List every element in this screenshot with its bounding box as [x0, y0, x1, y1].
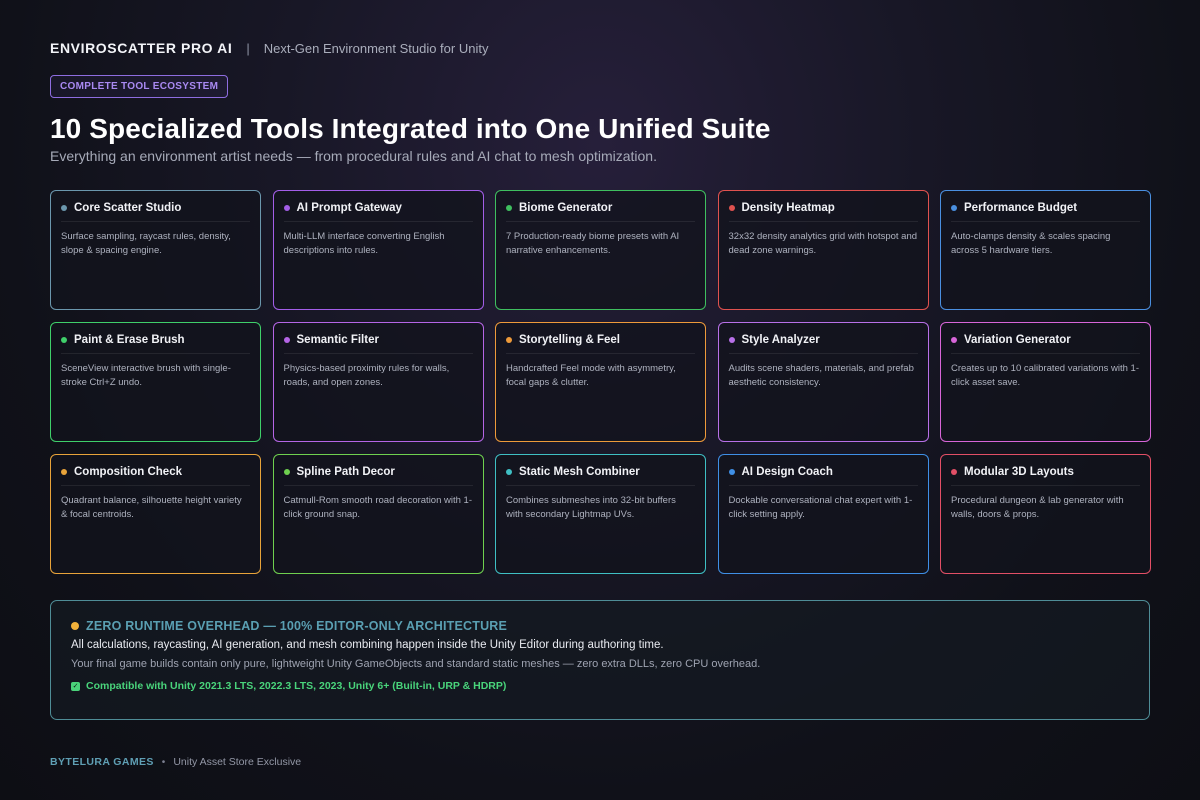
tool-card-title: Storytelling & Feel — [519, 334, 620, 346]
tool-card-description: 32x32 density analytics grid with hotspo… — [728, 231, 918, 256]
tool-card-description: 7 Production-ready biome presets with AI… — [506, 231, 680, 256]
tool-card-style-analyzer[interactable]: Style Analyzer Audits scene shaders, mate… — [717, 322, 929, 442]
tool-card-description: Procedural dungeon & lab generator with … — [951, 495, 1124, 520]
tool-card-header: Style Analyzer — [728, 334, 918, 354]
tool-card-title: Static Mesh Combiner — [519, 466, 640, 478]
compatibility-line: ✓ Compatible with Unity 2021.3 LTS, 2022… — [71, 680, 1129, 692]
tool-card-title: AI Design Coach — [741, 466, 833, 478]
editor-only-notice: ZERO RUNTIME OVERHEAD — 100% EDITOR-ONLY… — [50, 600, 1150, 720]
tool-card-title: Variation Generator — [964, 334, 1071, 346]
tool-dot-icon — [506, 469, 512, 475]
tool-card-biome-generator[interactable]: Biome Generator 7 Production-ready biome … — [495, 190, 706, 310]
brand-name: ENVIROSCATTER PRO AI — [50, 40, 233, 56]
notice-header: ZERO RUNTIME OVERHEAD — 100% EDITOR-ONLY… — [71, 619, 1129, 633]
tool-card-title: Modular 3D Layouts — [964, 466, 1074, 478]
tool-dot-icon — [951, 469, 957, 475]
tool-dot-icon — [728, 469, 735, 475]
notice-bullet-icon — [71, 622, 79, 630]
header-separator: | — [246, 40, 250, 56]
tool-dot-icon — [506, 205, 512, 211]
tool-dot-icon — [283, 205, 290, 211]
tool-dot-icon — [61, 337, 67, 343]
tool-dot-icon — [61, 205, 67, 211]
tool-card-static-mesh-combiner[interactable]: Static Mesh Combiner Combines submeshes i… — [495, 454, 706, 574]
tool-dot-icon — [951, 337, 957, 343]
header-tagline: Next-Gen Environment Studio for Unity — [263, 40, 489, 56]
tool-dot-icon — [283, 337, 290, 343]
tool-dot-icon — [61, 469, 67, 475]
header: ENVIROSCATTER PRO AI | Next-Gen Environm… — [50, 40, 488, 56]
tool-card-header: AI Design Coach — [728, 466, 918, 486]
tool-card-variation-generator[interactable]: Variation Generator Creates up to 10 cali… — [940, 322, 1151, 442]
tool-card-description: Combines submeshes into 32-bit buffers w… — [506, 495, 676, 520]
tool-card-header: Composition Check — [61, 466, 250, 486]
tool-card-description: Quadrant balance, silhouette height vari… — [61, 495, 242, 520]
tool-card-density-heatmap[interactable]: Density Heatmap 32x32 density analytics g… — [717, 190, 929, 310]
tool-dot-icon — [283, 469, 290, 475]
tool-card-performance-budget[interactable]: Performance Budget Auto-clamps density & … — [940, 190, 1151, 310]
tool-card-description: Auto-clamps density & scales spacing acr… — [951, 231, 1111, 256]
tool-card-header: AI Prompt Gateway — [283, 202, 473, 222]
tool-card-modular-3d-layouts[interactable]: Modular 3D Layouts Procedural dungeon & l… — [940, 454, 1151, 574]
compatibility-text: Compatible with Unity 2021.3 LTS, 2022.3… — [86, 680, 507, 692]
notice-title: ZERO RUNTIME OVERHEAD — 100% EDITOR-ONLY… — [86, 619, 508, 633]
footer-note: Unity Asset Store Exclusive — [173, 756, 302, 768]
tool-card-header: Static Mesh Combiner — [506, 466, 695, 486]
tool-card-header: Performance Budget — [951, 202, 1140, 222]
tool-dot-icon — [728, 205, 735, 211]
tool-dot-icon — [951, 205, 957, 211]
tool-card-semantic-filter[interactable]: Semantic Filter Physics-based proximity r… — [272, 322, 484, 442]
tool-card-description: Handcrafted Feel mode with asymmetry, fo… — [506, 363, 676, 388]
tool-card-description: Multi-LLM interface converting English d… — [283, 231, 445, 256]
tool-card-header: Spline Path Decor — [283, 466, 473, 486]
tool-card-title: Performance Budget — [964, 202, 1078, 214]
tool-card-header: Modular 3D Layouts — [951, 466, 1140, 486]
tool-card-description: Physics-based proximity rules for walls,… — [283, 363, 450, 388]
tool-card-ai-design-coach[interactable]: AI Design Coach Dockable conversational c… — [717, 454, 929, 574]
checkmark-icon: ✓ — [71, 681, 80, 691]
notice-description: All calculations, raycasting, AI generat… — [71, 639, 664, 651]
tool-card-header: Paint & Erase Brush — [61, 334, 250, 354]
tool-card-header: Storytelling & Feel — [506, 334, 695, 354]
footer: BYTELURA GAMES • Unity Asset Store Exclu… — [50, 756, 301, 768]
tool-card-description: Catmull-Rom smooth road decoration with … — [283, 495, 473, 520]
page-subtitle: Everything an environment artist needs —… — [50, 148, 657, 164]
tool-card-storytelling-and-feel[interactable]: Storytelling & Feel Handcrafted Feel mode… — [495, 322, 706, 442]
tool-card-header: Core Scatter Studio — [61, 202, 250, 222]
tool-card-description: Creates up to 10 calibrated variations w… — [951, 363, 1139, 388]
tool-card-title: Biome Generator — [519, 202, 613, 214]
tool-card-description: Surface sampling, raycast rules, density… — [61, 231, 231, 256]
tool-card-header: Semantic Filter — [283, 334, 473, 354]
tool-card-ai-prompt-gateway[interactable]: AI Prompt Gateway Multi-LLM interface con… — [272, 190, 484, 310]
tool-card-title: Core Scatter Studio — [74, 202, 182, 214]
tool-card-composition-check[interactable]: Composition Check Quadrant balance, silho… — [50, 454, 261, 574]
tool-card-description: Dockable conversational chat expert with… — [728, 495, 913, 520]
tool-card-paint-and-erase-brush[interactable]: Paint & Erase Brush SceneView interactive… — [50, 322, 261, 442]
tool-card-title: Paint & Erase Brush — [74, 334, 185, 346]
tool-card-spline-path-decor[interactable]: Spline Path Decor Catmull-Rom smooth road… — [272, 454, 484, 574]
ecosystem-badge: COMPLETE TOOL ECOSYSTEM — [50, 75, 229, 98]
tool-card-description: Audits scene shaders, materials, and pre… — [728, 363, 914, 388]
footer-bullet: • — [161, 756, 166, 768]
tool-card-title: Semantic Filter — [296, 334, 379, 346]
tool-card-title: Style Analyzer — [741, 334, 820, 346]
notice-detail: Your final game builds contain only pure… — [71, 658, 761, 670]
tool-dot-icon — [728, 337, 735, 343]
tool-card-title: AI Prompt Gateway — [296, 202, 402, 214]
footer-brand: BYTELURA GAMES — [50, 756, 154, 768]
tool-card-title: Composition Check — [74, 466, 182, 478]
tool-card-description: SceneView interactive brush with single-… — [61, 363, 231, 388]
tool-dot-icon — [506, 337, 512, 343]
tool-grid: Core Scatter Studio Surface sampling, ray… — [50, 190, 1151, 574]
tool-card-header: Density Heatmap — [728, 202, 918, 222]
tool-card-title: Spline Path Decor — [296, 466, 395, 478]
tool-card-header: Variation Generator — [951, 334, 1140, 354]
tool-card-header: Biome Generator — [506, 202, 695, 222]
tool-card-title: Density Heatmap — [741, 202, 835, 214]
tool-card-core-scatter-studio[interactable]: Core Scatter Studio Surface sampling, ray… — [50, 190, 261, 310]
page-title: 10 Specialized Tools Integrated into One… — [50, 113, 771, 144]
